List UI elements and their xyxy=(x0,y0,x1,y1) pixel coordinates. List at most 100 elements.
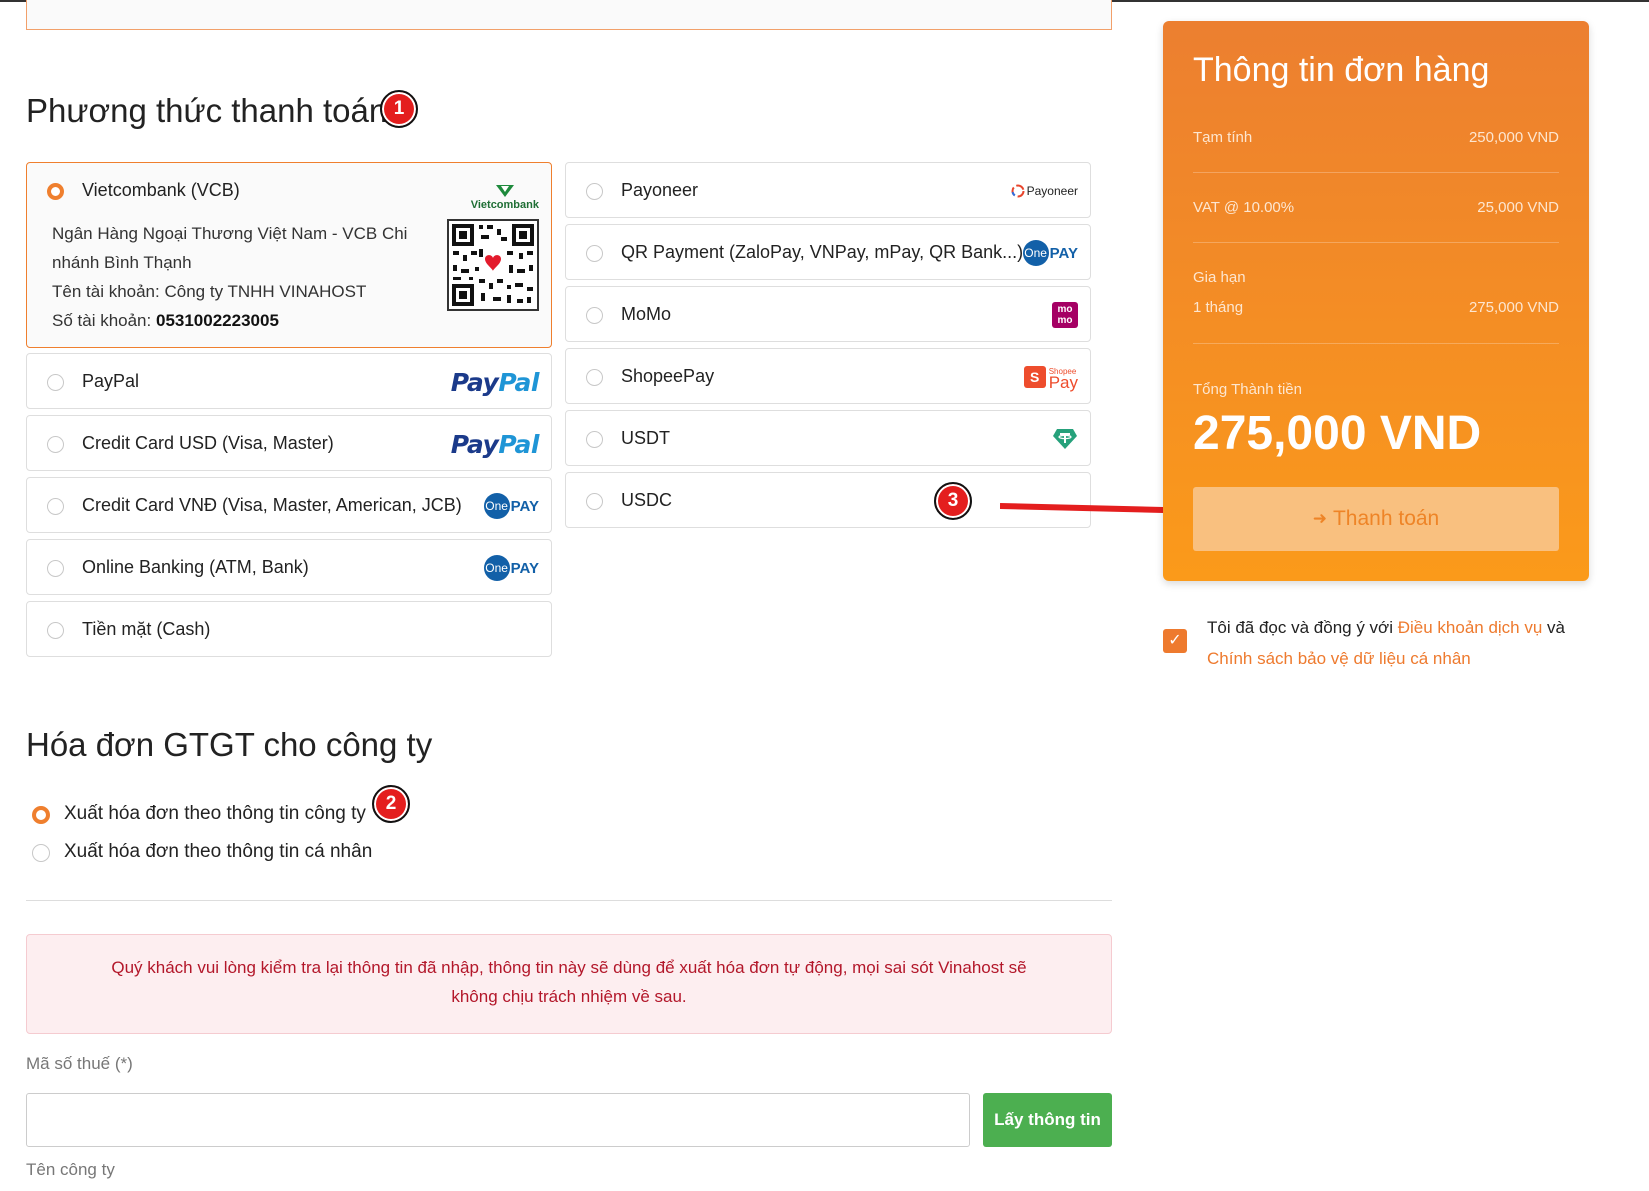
shopee-bag-icon: S xyxy=(1023,366,1046,388)
onepay-logo-circle: One xyxy=(483,493,510,519)
vcb-account-number: 0531002223005 xyxy=(155,311,279,330)
fetch-info-button[interactable]: Lấy thông tin xyxy=(983,1093,1112,1147)
subtotal-row: Tạm tính 250,000 VND xyxy=(1193,129,1559,146)
vat-label: VAT @ 10.00% xyxy=(1193,199,1295,216)
onepay-logo-circle: One xyxy=(483,555,510,581)
payment-method-label: QR Payment (ZaloPay, VNPay, mPay, QR Ban… xyxy=(621,242,1024,262)
radio-shopeepay[interactable] xyxy=(586,369,603,386)
payment-method-momo[interactable]: MoMo mo mo xyxy=(565,286,1091,342)
radio-usdc[interactable] xyxy=(586,493,603,510)
payment-method-label: Vietcombank (VCB) xyxy=(82,180,240,200)
payment-method-credit-card-usd[interactable]: Credit Card USD (Visa, Master) Pay Pal xyxy=(26,415,552,471)
vcb-account-name: Công ty TNHH VINAHOST xyxy=(164,282,367,301)
shopeepay-logo-pay: Pay xyxy=(1048,373,1078,392)
shopeepay-logo: S Shopee Pay xyxy=(1023,359,1078,395)
radio-momo[interactable] xyxy=(586,307,603,324)
radio-credit-card-usd[interactable] xyxy=(47,436,64,453)
step-badge-2: 2 xyxy=(372,785,410,823)
radio-payoneer[interactable] xyxy=(586,183,603,200)
terms-and: và xyxy=(1547,618,1566,637)
invoice-section-title: Hóa đơn GTGT cho công ty xyxy=(26,726,433,763)
payment-method-paypal[interactable]: PayPal Pay Pal xyxy=(26,353,552,409)
vcb-account-name-row: Tên tài khoản: Công ty TNHH VINAHOST xyxy=(52,277,412,306)
invoice-option-company-label: Xuất hóa đơn theo thông tin công ty xyxy=(64,803,366,824)
step-badge-3: 3 xyxy=(934,482,972,520)
renewal-label: Gia hạn xyxy=(1193,269,1246,286)
divider xyxy=(1193,242,1559,243)
tether-icon xyxy=(1053,429,1077,449)
paypal-logo: Pay Pal xyxy=(450,426,540,462)
step-badge-1: 1 xyxy=(380,90,418,128)
payment-method-cash[interactable]: Tiền mặt (Cash) xyxy=(26,601,552,657)
payment-method-label: USDT xyxy=(621,428,670,448)
radio-paypal[interactable] xyxy=(47,374,64,391)
payment-method-label: Payoneer xyxy=(621,180,699,200)
payment-method-usdt[interactable]: USDT xyxy=(565,410,1091,466)
divider xyxy=(1193,343,1559,344)
shopeepay-logo-text: Shopee Pay xyxy=(1048,366,1078,392)
renewal-period: 1 tháng xyxy=(1193,299,1244,316)
payment-section-title: Phương thức thanh toán xyxy=(26,92,388,129)
payment-method-credit-card-vnd[interactable]: Credit Card VNĐ (Visa, Master, American,… xyxy=(26,477,552,533)
radio-invoice-personal[interactable] xyxy=(32,844,50,862)
radio-online-banking[interactable] xyxy=(47,560,64,577)
radio-cash[interactable] xyxy=(47,622,64,639)
vietcombank-logo-text: Vietcombank xyxy=(470,199,539,211)
onepay-logo-text: PAY xyxy=(510,559,539,577)
onepay-logo: One PAY xyxy=(483,488,539,524)
onepay-logo-text: PAY xyxy=(510,497,539,515)
onepay-logo-circle: One xyxy=(1022,240,1049,266)
onepay-logo-text: PAY xyxy=(1049,244,1078,262)
payment-method-vietcombank[interactable]: Vietcombank (VCB) Vietcombank Ngân Hàng … xyxy=(26,162,552,348)
pay-button[interactable]: ➜ Thanh toán xyxy=(1193,487,1559,551)
onepay-logo: One PAY xyxy=(483,550,539,586)
payment-method-label: ShopeePay xyxy=(621,366,715,386)
subtotal-label: Tạm tính xyxy=(1193,129,1253,146)
vcb-details: Ngân Hàng Ngoại Thương Việt Nam - VCB Ch… xyxy=(52,219,412,335)
payment-method-label: Credit Card VNĐ (Visa, Master, American,… xyxy=(82,495,462,515)
vcb-account-number-row: Số tài khoản: 0531002223005 xyxy=(52,306,412,335)
radio-vietcombank[interactable] xyxy=(47,183,64,200)
invoice-warning-alert: Quý khách vui lòng kiểm tra lại thông ti… xyxy=(26,934,1112,1034)
paypal-logo-part-pay: Pay xyxy=(450,429,499,459)
previous-section-box xyxy=(26,0,1112,30)
radio-invoice-company[interactable] xyxy=(32,806,50,824)
terms-checkbox[interactable]: ✓ xyxy=(1163,629,1187,653)
vcb-account-name-label: Tên tài khoản: xyxy=(52,282,160,301)
section-divider xyxy=(26,900,1112,901)
payment-method-label: PayPal xyxy=(82,371,140,391)
radio-credit-card-vnd[interactable] xyxy=(47,498,64,515)
paypal-logo-part-pay: Pay xyxy=(450,367,499,397)
tax-code-input[interactable] xyxy=(26,1093,970,1147)
vcb-bank-name: Ngân Hàng Ngoại Thương Việt Nam - VCB Ch… xyxy=(52,224,408,272)
payoneer-logo-text: Payoneer xyxy=(1026,184,1078,198)
privacy-policy-link[interactable]: Chính sách bảo vệ dữ liệu cá nhân xyxy=(1207,649,1471,668)
tether-logo xyxy=(1052,421,1078,457)
vietcombank-mark-icon xyxy=(495,185,514,197)
onepay-logo: One PAY xyxy=(1022,235,1078,271)
paypal-logo: Pay Pal xyxy=(450,364,540,400)
terms-of-service-link[interactable]: Điều khoản dịch vụ xyxy=(1398,618,1543,637)
tax-code-label: Mã số thuế (*) xyxy=(26,1054,133,1073)
vat-row: VAT @ 10.00% 25,000 VND xyxy=(1193,199,1559,216)
renewal-row: 1 tháng 275,000 VND xyxy=(1193,299,1559,316)
total-label: Tổng Thành tiền xyxy=(1193,381,1302,398)
momo-logo-text-top: mo xyxy=(1057,304,1073,315)
payment-method-online-banking[interactable]: Online Banking (ATM, Bank) One PAY xyxy=(26,539,552,595)
payment-method-label: Tiền mặt (Cash) xyxy=(82,619,211,639)
payment-method-payoneer[interactable]: Payoneer Payoneer xyxy=(565,162,1091,218)
payment-method-label: Online Banking (ATM, Bank) xyxy=(82,557,309,577)
radio-usdt[interactable] xyxy=(586,431,603,448)
radio-qr-payment[interactable] xyxy=(586,245,603,262)
momo-logo-box: mo mo xyxy=(1052,302,1078,328)
payment-method-qr-payment[interactable]: QR Payment (ZaloPay, VNPay, mPay, QR Ban… xyxy=(565,224,1091,280)
payment-method-label: USDC xyxy=(621,490,673,510)
order-summary-panel: Thông tin đơn hàng Tạm tính 250,000 VND … xyxy=(1163,21,1589,581)
payment-method-label: Credit Card USD (Visa, Master) xyxy=(82,433,334,453)
momo-logo-text-bottom: mo xyxy=(1057,315,1073,326)
payment-method-shopeepay[interactable]: ShopeePay S Shopee Pay xyxy=(565,348,1091,404)
vietcombank-logo: Vietcombank xyxy=(471,175,539,211)
payoneer-logo: Payoneer xyxy=(1011,173,1078,209)
renewal-label-row: Gia hạn xyxy=(1193,269,1559,286)
divider xyxy=(1193,172,1559,173)
